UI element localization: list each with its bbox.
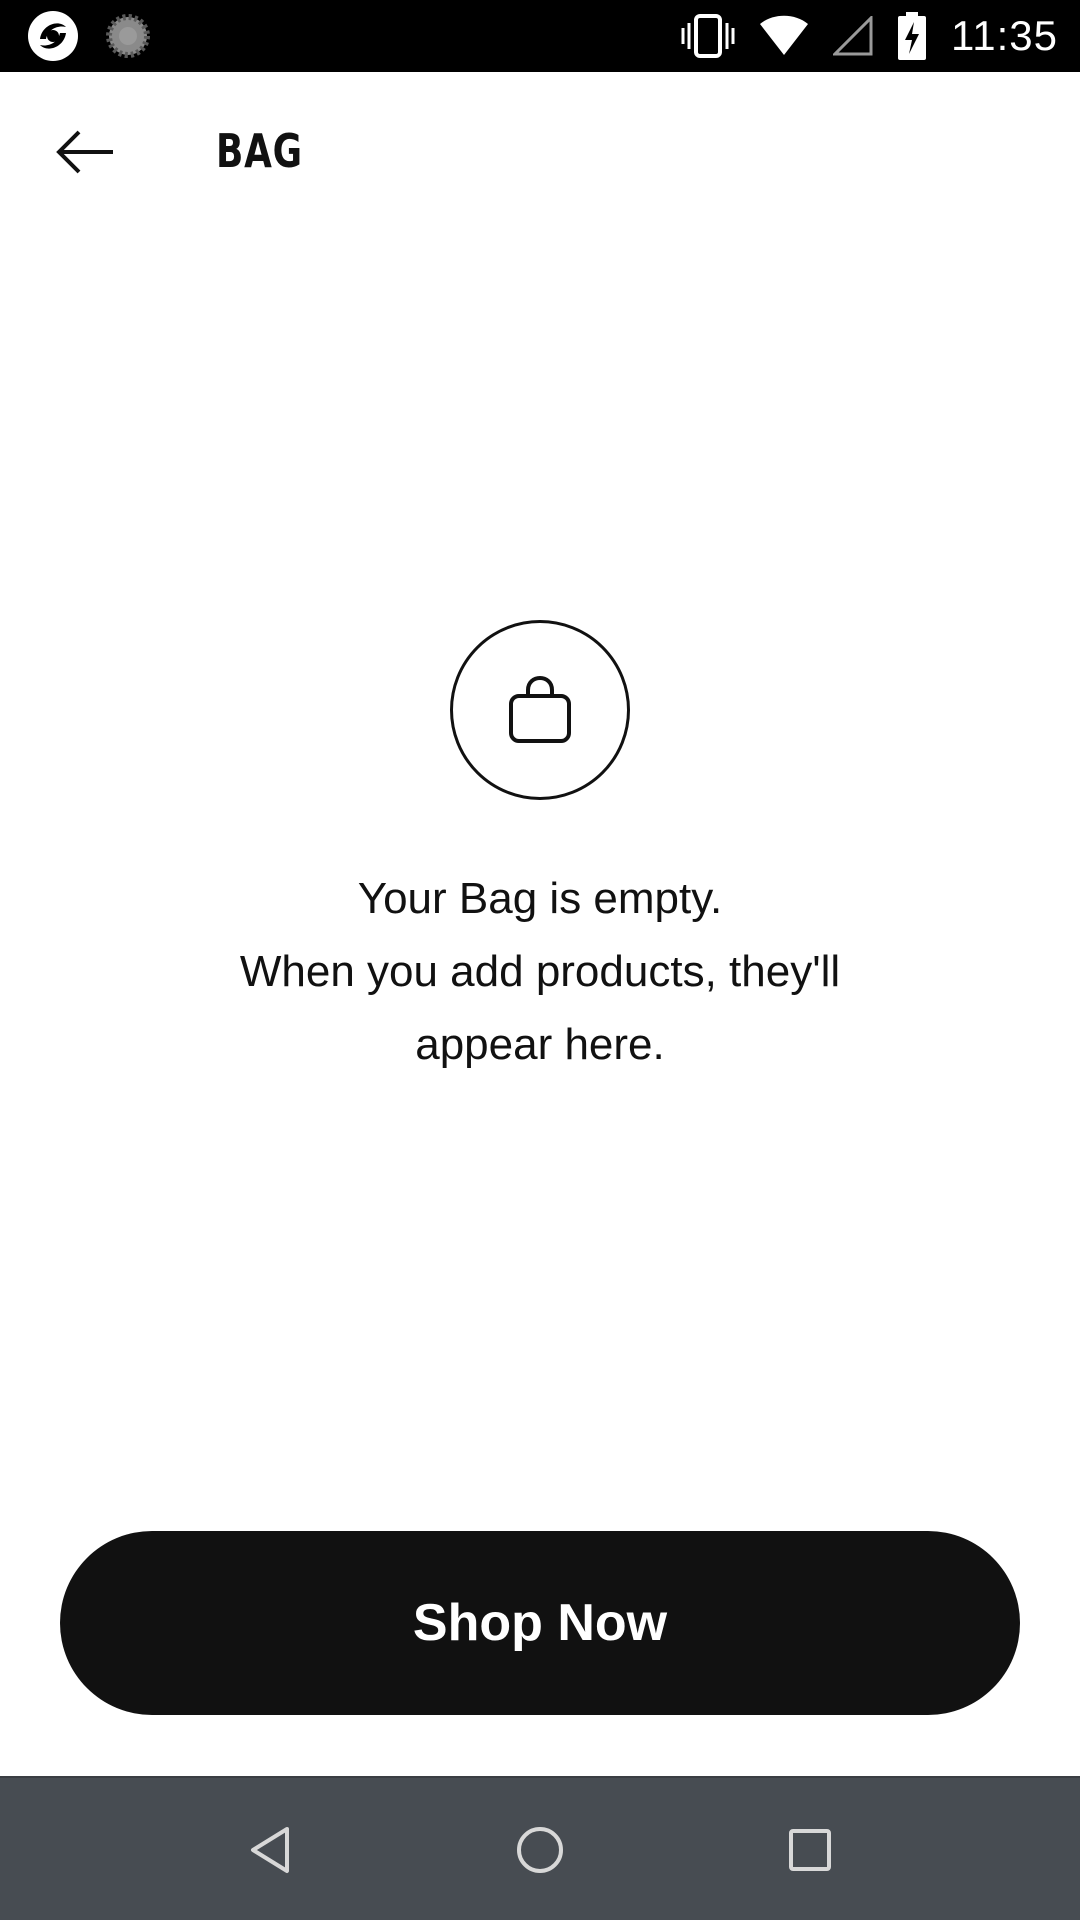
- shop-now-button[interactable]: Shop Now: [60, 1531, 1020, 1715]
- home-circle-icon: [515, 1825, 565, 1875]
- bag-screen: 11:35 BAG Your Bag is empty. When you ad…: [0, 0, 1080, 1920]
- system-nav-bar: [0, 1776, 1080, 1920]
- status-time: 11:35: [951, 12, 1058, 59]
- back-triangle-icon: [247, 1825, 293, 1875]
- battery-charging-icon: [897, 12, 927, 60]
- app-bar: BAG: [0, 72, 1080, 242]
- recents-square-icon: [787, 1827, 833, 1873]
- wifi-icon: [759, 15, 809, 57]
- status-bar: 11:35: [0, 0, 1080, 72]
- loading-spinner-icon: [106, 14, 150, 58]
- cell-signal-icon: [833, 16, 873, 56]
- status-bar-right: 11:35: [681, 0, 1058, 72]
- empty-bag-message: Your Bag is empty. When you add products…: [0, 862, 1080, 1081]
- nav-home-button[interactable]: [504, 1814, 576, 1886]
- nav-back-button[interactable]: [234, 1814, 306, 1886]
- empty-bag-line-1: Your Bag is empty.: [357, 874, 723, 923]
- vibrate-icon: [681, 13, 735, 59]
- app-notification-icon: [26, 9, 80, 63]
- empty-bag-line-2: When you add products, they'll: [239, 947, 841, 996]
- nav-recents-button[interactable]: [774, 1814, 846, 1886]
- empty-bag-line-3: appear here.: [415, 1020, 665, 1069]
- page-title: BAG: [216, 124, 303, 178]
- back-button[interactable]: [40, 117, 130, 187]
- empty-bag-state: Your Bag is empty. When you add products…: [0, 620, 1080, 1081]
- empty-bag-badge: [450, 620, 630, 800]
- shopping-bag-icon: [508, 676, 572, 744]
- arrow-left-icon: [55, 130, 115, 174]
- status-bar-left: [26, 10, 150, 62]
